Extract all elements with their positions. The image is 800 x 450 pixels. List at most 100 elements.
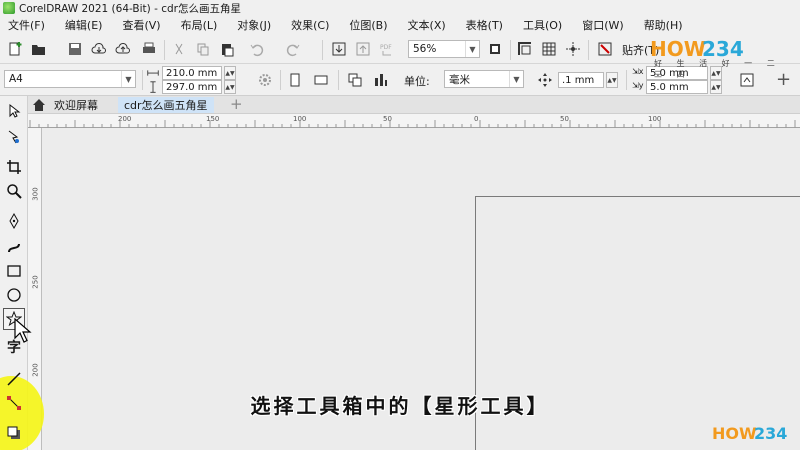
zoom-level-value: 56%: [413, 43, 437, 55]
full-screen-icon[interactable]: [486, 40, 504, 58]
page-width-icon: [146, 66, 160, 80]
coreldraw-logo-icon: [3, 2, 15, 14]
title-bar: CorelDRAW 2021 (64-Bit) - cdr怎么画五角星: [0, 0, 800, 16]
page-size-value: A4: [9, 73, 23, 85]
rectangle-tool-icon[interactable]: [3, 260, 25, 282]
portrait-icon[interactable]: [286, 71, 304, 89]
nudge-icon: [536, 71, 554, 89]
page-height-value: 297.0 mm: [166, 81, 218, 93]
snap-off-icon[interactable]: [596, 40, 614, 58]
ruler-label: 250: [31, 275, 40, 289]
tab-welcome-screen[interactable]: 欢迎屏幕: [48, 97, 104, 113]
nudge-distance-field[interactable]: .1 mm: [558, 72, 604, 88]
redo-icon[interactable]: [284, 40, 302, 58]
svg-text:234: 234: [754, 424, 787, 443]
show-grid-icon[interactable]: [540, 40, 558, 58]
crop-tool-icon[interactable]: [3, 156, 25, 178]
separator: [280, 70, 281, 90]
undo-icon[interactable]: [248, 40, 266, 58]
menu-bitmaps[interactable]: 位图(B): [349, 17, 387, 33]
separator: [588, 40, 589, 60]
pen-tool-icon[interactable]: [3, 210, 25, 232]
menu-window[interactable]: 窗口(W): [582, 17, 623, 33]
nudge-stepper[interactable]: ▲▼: [606, 72, 618, 88]
cloud-upload-icon[interactable]: [114, 40, 132, 58]
width-stepper[interactable]: ▲▼: [224, 66, 236, 80]
svg-text:PDF: PDF: [380, 44, 392, 51]
chevron-down-icon: ▼: [465, 41, 479, 57]
page-width-field[interactable]: 210.0 mm: [162, 66, 222, 80]
separator: [338, 70, 339, 90]
artistic-media-tool-icon[interactable]: [3, 236, 25, 258]
menu-text[interactable]: 文本(X): [408, 17, 446, 33]
duplicate-y-value: 5.0 mm: [650, 81, 689, 93]
paste-icon[interactable]: [218, 40, 236, 58]
horizontal-ruler[interactable]: 200 150 100 50 0 50 100: [28, 114, 800, 128]
brand-watermark-logo-bottom: HOW 234: [712, 424, 787, 443]
cloud-download-icon[interactable]: [90, 40, 108, 58]
ruler-label: 200: [31, 363, 40, 377]
dimension-tool-icon[interactable]: [3, 368, 25, 390]
separator: [322, 40, 323, 60]
zoom-level-dropdown[interactable]: 56% ▼: [408, 40, 480, 58]
duplicate-y-stepper[interactable]: ▲▼: [710, 80, 722, 94]
subtitle-caption: 选择工具箱中的【星形工具】: [250, 394, 550, 418]
document-tab-bar: 欢迎屏幕 cdr怎么画五角星 +: [0, 95, 800, 114]
import-icon[interactable]: [330, 40, 348, 58]
svg-text:HOW: HOW: [712, 424, 757, 443]
shape-tool-icon[interactable]: [3, 126, 25, 148]
page-height-icon: [146, 80, 160, 94]
current-page-icon[interactable]: [372, 71, 390, 89]
menu-layout[interactable]: 布局(L): [181, 17, 218, 33]
menu-effects[interactable]: 效果(C): [291, 17, 329, 33]
show-rulers-icon[interactable]: [516, 40, 534, 58]
new-document-icon[interactable]: [6, 40, 24, 58]
units-label: 单位:: [404, 75, 430, 88]
page-size-dropdown[interactable]: A4 ▼: [4, 70, 136, 88]
pick-tool-icon[interactable]: [3, 100, 25, 122]
duplicate-y-field[interactable]: 5.0 mm: [646, 80, 708, 94]
menu-edit[interactable]: 编辑(E): [65, 17, 103, 33]
separator: [510, 40, 511, 60]
show-guidelines-icon[interactable]: [564, 40, 582, 58]
open-icon[interactable]: [30, 40, 48, 58]
menu-help[interactable]: 帮助(H): [644, 17, 683, 33]
landscape-icon[interactable]: [312, 71, 330, 89]
cut-icon[interactable]: [170, 40, 188, 58]
units-dropdown[interactable]: 毫米 ▼: [444, 70, 524, 88]
chevron-down-icon: ▼: [121, 71, 135, 87]
mouse-cursor-icon: [14, 318, 32, 343]
all-pages-icon[interactable]: [346, 71, 364, 89]
tab-document[interactable]: cdr怎么画五角星: [118, 97, 214, 113]
ruler-label: 300: [31, 187, 40, 201]
duplicate-y-icon: ⇲y: [632, 81, 644, 90]
pdf-icon[interactable]: PDF: [378, 40, 396, 58]
menu-tools[interactable]: 工具(O): [523, 17, 562, 33]
nudge-distance-value: .1 mm: [562, 74, 595, 86]
page-width-value: 210.0 mm: [166, 67, 218, 79]
menu-file[interactable]: 文件(F): [8, 17, 45, 33]
menu-view[interactable]: 查看(V): [122, 17, 160, 33]
zoom-tool-icon[interactable]: [3, 180, 25, 202]
menu-object[interactable]: 对象(J): [237, 17, 271, 33]
copy-icon[interactable]: [194, 40, 212, 58]
menu-table[interactable]: 表格(T): [466, 17, 503, 33]
new-tab-icon[interactable]: +: [230, 95, 243, 113]
height-stepper[interactable]: ▲▼: [224, 80, 236, 94]
duplicate-x-icon: ⇲x: [632, 67, 644, 76]
export-icon[interactable]: [354, 40, 372, 58]
ellipse-tool-icon[interactable]: [3, 284, 25, 306]
units-value: 毫米: [449, 73, 470, 86]
page-height-field[interactable]: 297.0 mm: [162, 80, 222, 94]
menu-bar: 文件(F) 编辑(E) 查看(V) 布局(L) 对象(J) 效果(C) 位图(B…: [0, 16, 800, 34]
chevron-down-icon: ▼: [509, 71, 523, 87]
separator: [626, 70, 627, 90]
drop-shadow-tool-icon[interactable]: [3, 422, 25, 444]
separator: [142, 70, 143, 90]
print-icon[interactable]: [140, 40, 158, 58]
save-icon[interactable]: [66, 40, 84, 58]
settings-gear-icon[interactable]: [256, 71, 274, 89]
window-title: CorelDRAW 2021 (64-Bit) - cdr怎么画五角星: [19, 2, 241, 15]
brand-watermark-subtitle: 好 生 活 好 一 二 三 四: [654, 59, 781, 79]
home-icon[interactable]: [30, 96, 48, 114]
